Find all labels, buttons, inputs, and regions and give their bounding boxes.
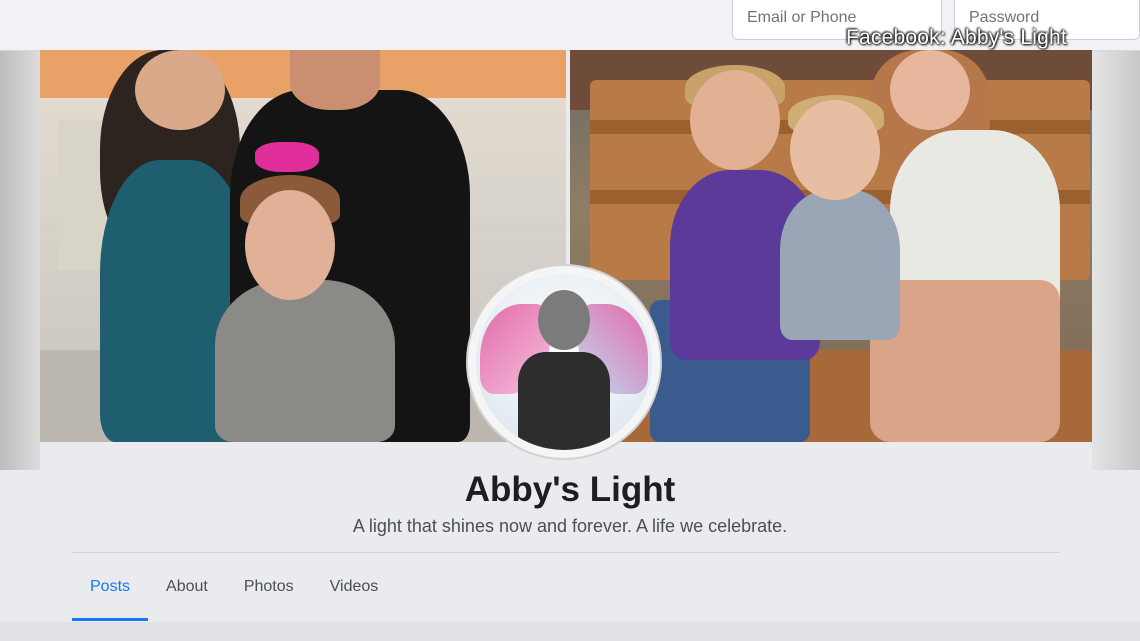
tab-videos[interactable]: Videos [312,556,397,618]
photo-kid-toddler [780,190,900,340]
photo-girl-face [245,190,335,300]
screen-edge-left [0,50,40,470]
photo-dad-face [290,50,380,110]
tab-posts[interactable]: Posts [72,556,149,621]
news-watermark: Facebook: Abby's Light [846,26,1067,49]
page-tabs: Posts About Photos Videos [72,556,396,622]
page-subtitle: A light that shines now and forever. A l… [352,516,788,536]
photo-kid-boy-face [690,70,780,170]
profile-picture[interactable] [466,264,662,460]
photo-mom-face [135,50,225,130]
photo-girl [215,280,395,442]
content-area-edge [0,622,1140,641]
profile-girl-body [518,352,610,450]
profile-picture-image [476,274,652,450]
photo-kid-girl-face [890,50,970,130]
page-title: Abby's Light [464,470,676,509]
tab-about[interactable]: About [148,556,226,618]
tab-photos[interactable]: Photos [226,556,312,618]
photo-kid-toddler-face [790,100,880,200]
screen-edge-right [1092,50,1140,470]
divider [72,552,1060,553]
profile-girl-face [538,290,590,350]
photo-pink-bow [255,142,319,172]
